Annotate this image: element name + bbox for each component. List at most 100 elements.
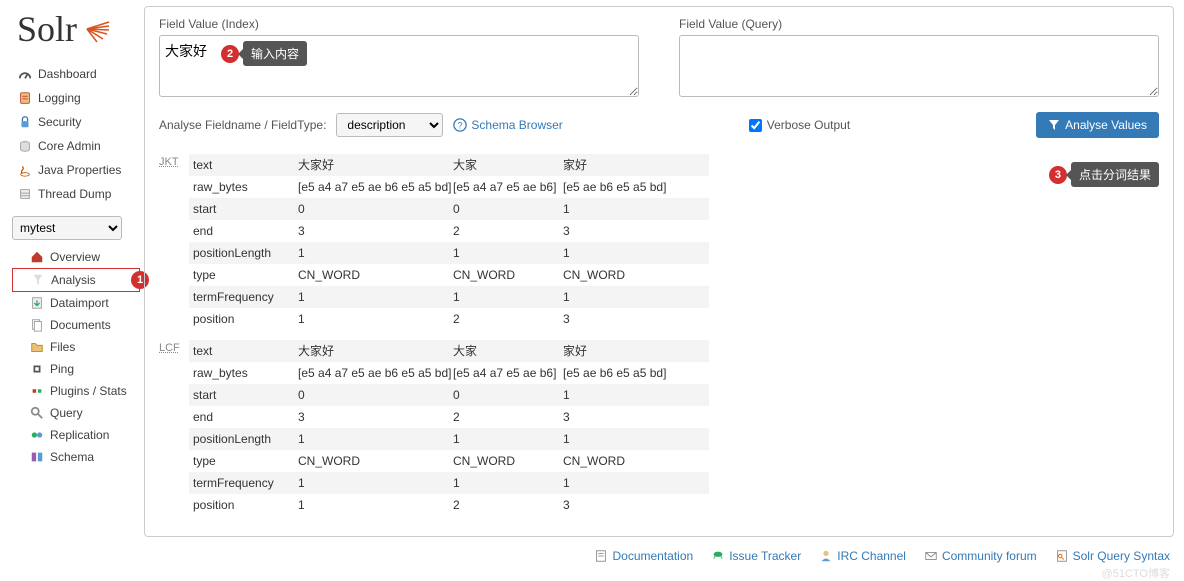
footer-link-community-forum[interactable]: Community forum xyxy=(924,549,1037,563)
nav-label: Logging xyxy=(38,91,81,105)
footer-link-irc-channel[interactable]: IRC Channel xyxy=(819,549,906,563)
watermark: @51CTO博客 xyxy=(0,565,1184,581)
funnel-icon xyxy=(1048,119,1060,131)
val-cell: 大家 xyxy=(449,340,559,362)
nav-label: Thread Dump xyxy=(38,187,111,201)
val-cell: 大家好 xyxy=(294,340,449,362)
val-cell: 1 xyxy=(559,472,709,494)
vals-col: 大家好[e5 a4 a7 e5 ae b6 e5 a5 bd]031CN_WOR… xyxy=(294,340,449,516)
submenu-item-plugins-stats[interactable]: Plugins / Stats xyxy=(12,380,140,402)
svg-text:?: ? xyxy=(458,121,463,131)
val-cell: [e5 a4 a7 e5 ae b6] xyxy=(449,176,559,198)
submenu-item-ping[interactable]: Ping xyxy=(12,358,140,380)
options-row: Analyse Fieldname / FieldType: descripti… xyxy=(159,112,1159,138)
val-cell: 1 xyxy=(294,428,449,450)
val-cell: CN_WORD xyxy=(449,264,559,286)
results-area: JKTtextraw_bytesstartendpositionLengthty… xyxy=(159,154,1159,516)
val-cell: 3 xyxy=(559,220,709,242)
val-cell: 2 xyxy=(449,494,559,516)
val-cell: 1 xyxy=(559,286,709,308)
result-block-lcf: LCFtextraw_bytesstartendpositionLengthty… xyxy=(159,340,1159,516)
index-col: Field Value (Index) 2 输入内容 xyxy=(159,17,639,100)
verbose-wrap[interactable]: Verbose Output xyxy=(749,118,850,132)
val-cell: CN_WORD xyxy=(294,450,449,472)
key-cell: text xyxy=(189,154,294,176)
submenu-label: Ping xyxy=(50,362,74,376)
nav-item-java-properties[interactable]: Java Properties xyxy=(12,158,140,182)
val-cell: [e5 a4 a7 e5 ae b6] xyxy=(449,362,559,384)
val-cell: 1 xyxy=(449,242,559,264)
vals-col: 家好[e5 ae b6 e5 a5 bd]131CN_WORD13 xyxy=(559,340,709,516)
val-cell: 1 xyxy=(449,472,559,494)
val-cell: 大家好 xyxy=(294,154,449,176)
val-cell: 家好 xyxy=(559,154,709,176)
submenu-item-schema[interactable]: Schema xyxy=(12,446,140,468)
key-cell: raw_bytes xyxy=(189,176,294,198)
schema-browser-link[interactable]: ? Schema Browser xyxy=(453,118,562,132)
val-cell: 3 xyxy=(294,220,449,242)
keys-col: textraw_bytesstartendpositionLengthtypet… xyxy=(189,340,294,516)
submenu-label: Analysis xyxy=(51,273,96,287)
annotation-3: 3 点击分词结果 xyxy=(1049,162,1159,187)
schema-browser-text: Schema Browser xyxy=(471,118,562,132)
vals-col: 大家[e5 a4 a7 e5 ae b6]021CN_WORD12 xyxy=(449,340,559,516)
nav-item-dashboard[interactable]: Dashboard xyxy=(12,62,140,86)
core-selector[interactable]: mytest xyxy=(12,216,122,240)
key-cell: position xyxy=(189,494,294,516)
nav-label: Java Properties xyxy=(38,163,121,177)
input-row: Field Value (Index) 2 输入内容 Field Value (… xyxy=(159,17,1159,100)
nav-item-core-admin[interactable]: Core Admin xyxy=(12,134,140,158)
val-cell: CN_WORD xyxy=(449,450,559,472)
val-cell: 1 xyxy=(559,428,709,450)
verbose-checkbox[interactable] xyxy=(749,119,762,132)
val-cell: 1 xyxy=(294,472,449,494)
val-cell: 2 xyxy=(449,308,559,330)
val-cell: 1 xyxy=(294,286,449,308)
val-cell: [e5 ae b6 e5 a5 bd] xyxy=(559,362,709,384)
submenu-label: Plugins / Stats xyxy=(50,384,127,398)
val-cell: 1 xyxy=(559,242,709,264)
index-label: Field Value (Index) xyxy=(159,17,639,31)
key-cell: end xyxy=(189,220,294,242)
fieldtype-select[interactable]: description xyxy=(336,113,443,137)
submenu-item-dataimport[interactable]: Dataimport xyxy=(12,292,140,314)
submenu-label: Query xyxy=(50,406,83,420)
key-cell: position xyxy=(189,308,294,330)
query-col: Field Value (Query) xyxy=(679,17,1159,100)
val-cell: 0 xyxy=(294,384,449,406)
submenu-item-query[interactable]: Query xyxy=(12,402,140,424)
analyse-button[interactable]: Analyse Values xyxy=(1036,112,1159,138)
block-label: LCF xyxy=(159,340,189,516)
val-cell: 3 xyxy=(294,406,449,428)
val-cell: [e5 a4 a7 e5 ae b6 e5 a5 bd] xyxy=(294,362,449,384)
nav-item-security[interactable]: Security xyxy=(12,110,140,134)
keys-col: textraw_bytesstartendpositionLengthtypet… xyxy=(189,154,294,330)
val-cell: 0 xyxy=(449,384,559,406)
submenu-item-analysis[interactable]: Analysis1 xyxy=(12,268,140,292)
key-cell: start xyxy=(189,198,294,220)
val-cell: [e5 ae b6 e5 a5 bd] xyxy=(559,176,709,198)
nav-item-thread-dump[interactable]: Thread Dump xyxy=(12,182,140,206)
val-cell: 大家 xyxy=(449,154,559,176)
analyse-label: Analyse Fieldname / FieldType: xyxy=(159,118,326,132)
question-icon: ? xyxy=(453,118,467,132)
core-selector-wrap: mytest xyxy=(12,216,134,240)
annotation-3-text: 点击分词结果 xyxy=(1071,162,1159,187)
footer-link-documentation[interactable]: Documentation xyxy=(594,549,693,563)
submenu-item-documents[interactable]: Documents xyxy=(12,314,140,336)
val-cell: 1 xyxy=(294,242,449,264)
footer-link-solr-query-syntax[interactable]: Solr Query Syntax xyxy=(1055,549,1170,563)
query-textarea[interactable] xyxy=(679,35,1159,97)
key-cell: type xyxy=(189,450,294,472)
submenu-item-overview[interactable]: Overview xyxy=(12,246,140,268)
submenu-item-files[interactable]: Files xyxy=(12,336,140,358)
key-cell: type xyxy=(189,264,294,286)
footer-link-issue-tracker[interactable]: Issue Tracker xyxy=(711,549,801,563)
block-table: textraw_bytesstartendpositionLengthtypet… xyxy=(189,340,709,516)
nav-item-logging[interactable]: Logging xyxy=(12,86,140,110)
sidebar: Solr Dashboard Logging SecurityCore Admin J… xyxy=(0,0,140,543)
val-cell: 3 xyxy=(559,494,709,516)
submenu-item-replication[interactable]: Replication xyxy=(12,424,140,446)
logo: Solr xyxy=(12,8,140,50)
vals-col: 家好[e5 ae b6 e5 a5 bd]131CN_WORD13 xyxy=(559,154,709,330)
